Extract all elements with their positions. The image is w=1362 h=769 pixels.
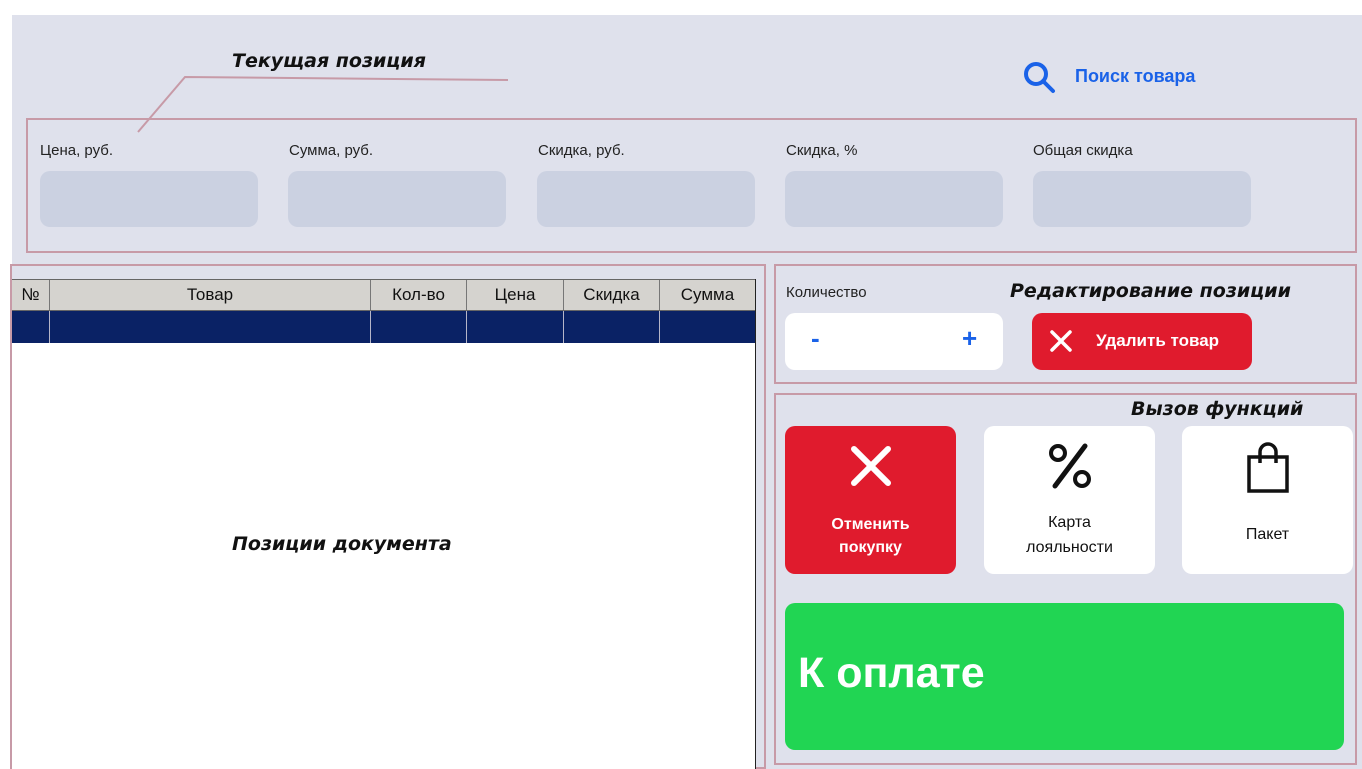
pay-label: К оплате [798,649,985,697]
table-header: № Товар Кол-во Цена Скидка Сумма [12,279,755,311]
pay-button[interactable]: К оплате [785,603,1344,750]
annotation-document-positions: Позиции документа [232,533,452,555]
annotation-current-position: Текущая позиция [232,50,426,72]
bag-label: Пакет [1245,526,1290,543]
field-label-discount-rub: Скидка, руб. [538,142,625,159]
search-label: Поиск товара [1075,66,1196,86]
loyalty-card-label-line2: лояльности [1026,539,1113,556]
price-field[interactable] [40,171,258,227]
sum-field[interactable] [288,171,506,227]
column-header-number[interactable]: № [12,280,50,310]
column-header-product[interactable]: Товар [50,280,371,310]
annotation-edit-position: Редактирование позиции [1010,280,1291,302]
bag-button[interactable]: Пакет [1182,426,1353,574]
column-header-quantity[interactable]: Кол-во [371,280,467,310]
document-positions-table[interactable]: № Товар Кол-во Цена Скидка Сумма [12,279,756,769]
column-header-sum[interactable]: Сумма [660,280,755,310]
total-discount-field[interactable] [1033,171,1251,227]
cancel-purchase-label-line1: Отменить [831,516,910,533]
field-label-discount-percent: Скидка, % [786,142,858,159]
loyalty-card-button[interactable]: Карта лояльности [984,426,1155,574]
quantity-label: Количество [786,284,867,301]
field-label-total-discount: Общая скидка [1033,142,1133,159]
delete-item-button[interactable]: Удалить товар [1032,313,1252,370]
percent-icon [1049,443,1091,489]
cancel-purchase-button[interactable]: Отменить покупку [785,426,956,574]
cancel-purchase-label-line2: покупку [839,539,902,556]
column-header-price[interactable]: Цена [467,280,564,310]
column-header-discount[interactable]: Скидка [564,280,660,310]
loyalty-card-label-line1: Карта [1048,514,1091,531]
discount-rub-field[interactable] [537,171,755,227]
annotation-functions: Вызов функций [1131,398,1304,420]
close-icon [851,446,891,486]
quantity-minus-button[interactable]: - [811,323,820,354]
search-button[interactable]: Поиск товара [1022,58,1242,94]
field-label-price: Цена, руб. [40,142,114,159]
shopping-bag-icon [1247,442,1289,493]
field-label-sum: Сумма, руб. [289,142,374,159]
close-icon [1050,330,1072,352]
table-row[interactable] [12,311,755,343]
delete-item-label: Удалить товар [1096,331,1220,350]
discount-percent-field[interactable] [785,171,1003,227]
quantity-stepper[interactable]: - + [785,313,1003,370]
search-icon [1024,62,1055,93]
quantity-plus-button[interactable]: + [962,323,977,354]
